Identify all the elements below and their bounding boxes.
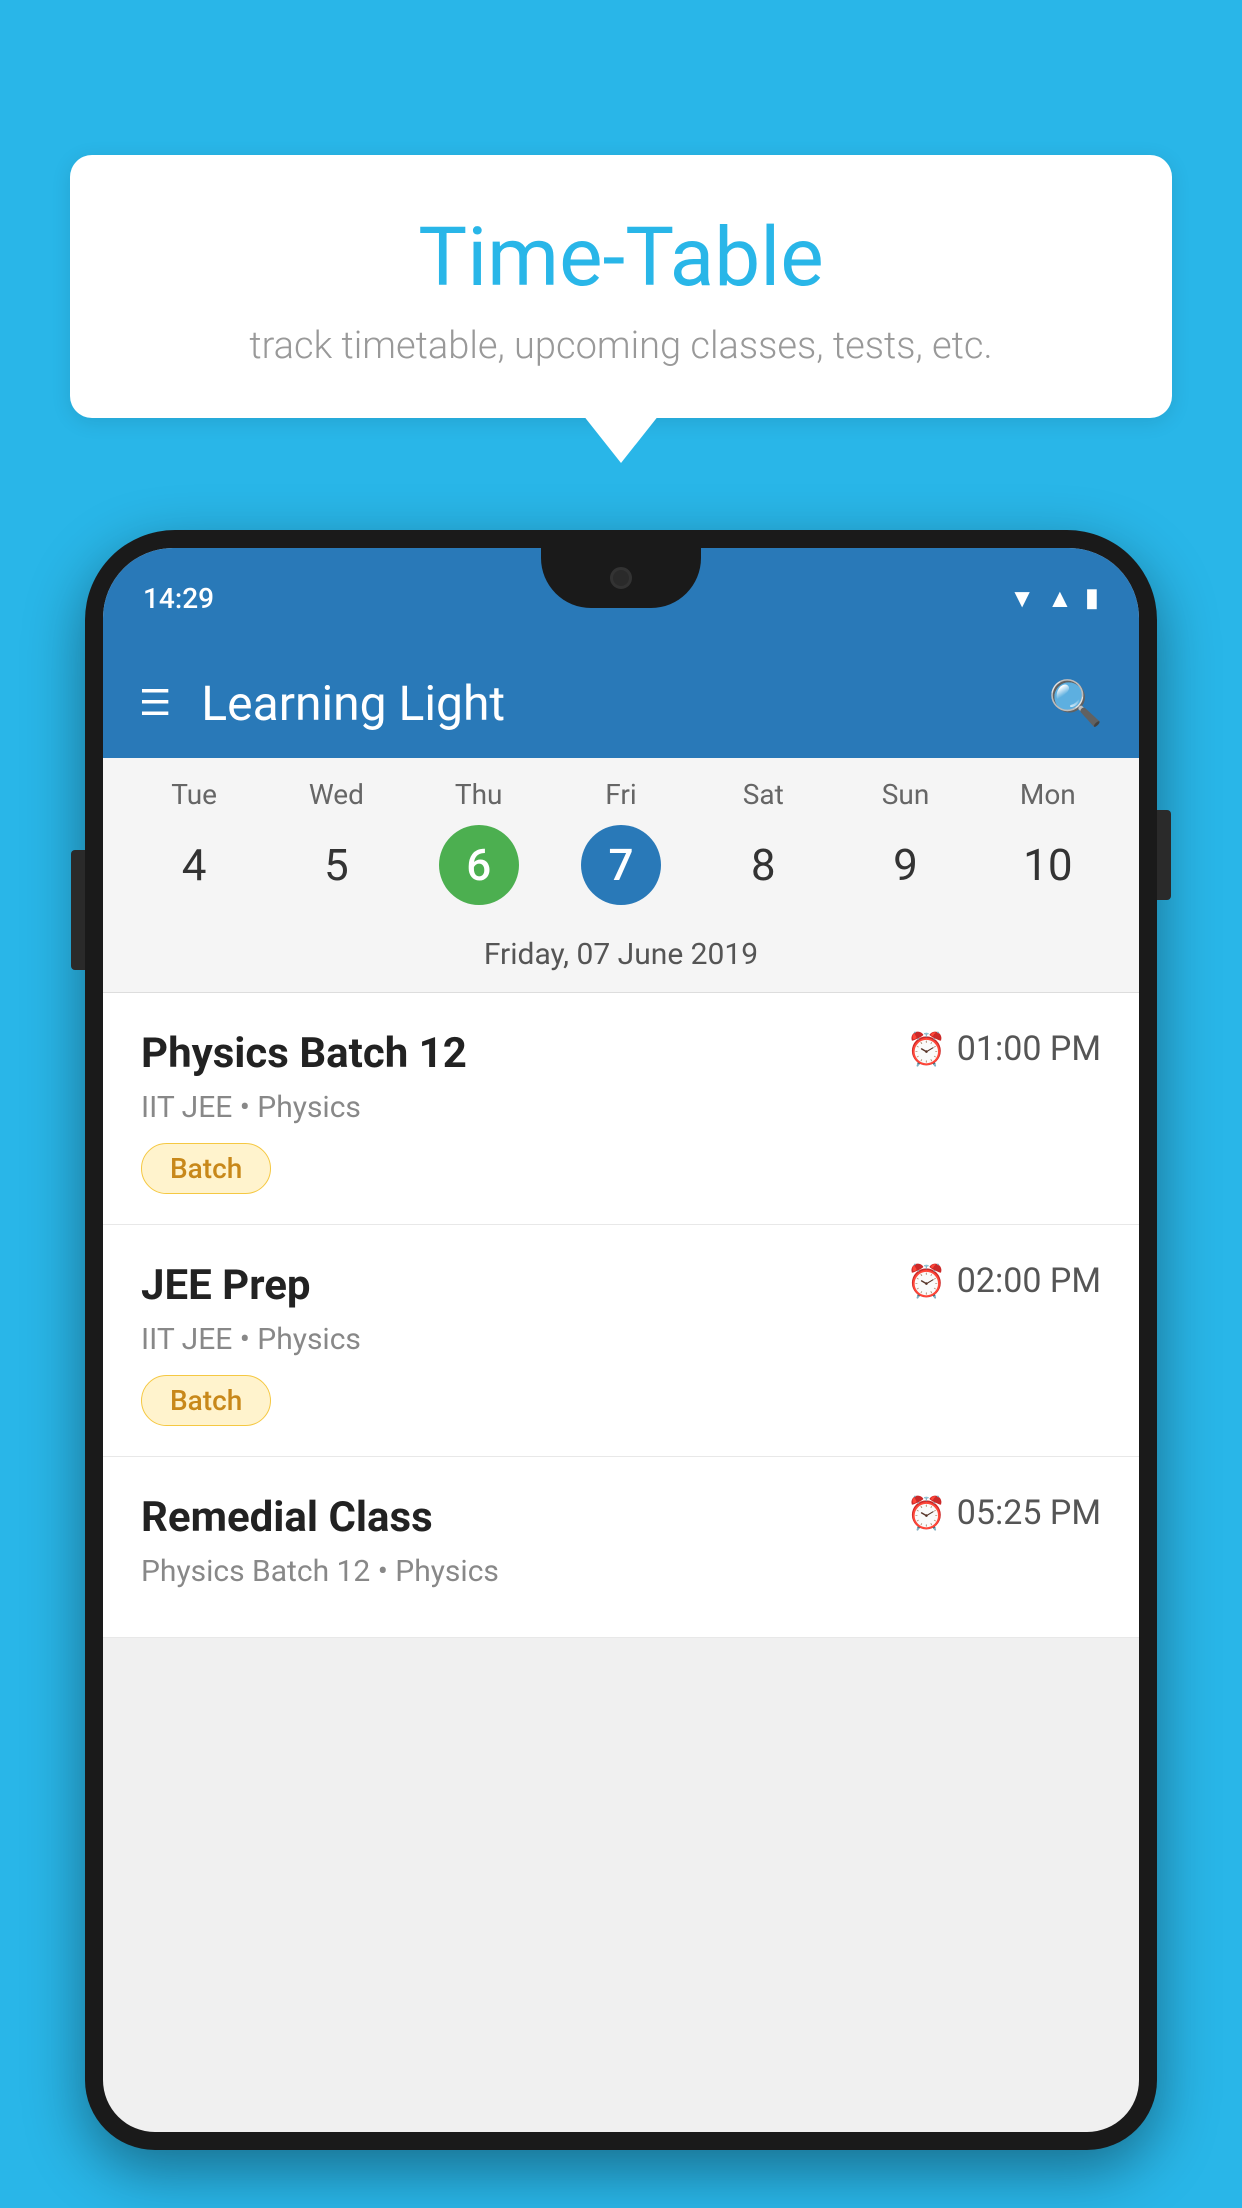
battery-icon: ▮	[1085, 583, 1099, 613]
time-text: 01:00 PM	[957, 1029, 1101, 1069]
clock-icon: ⏰	[907, 1494, 947, 1532]
app-title: Learning Light	[201, 675, 1048, 732]
schedule-time: ⏰ 01:00 PM	[907, 1029, 1101, 1069]
search-icon[interactable]: 🔍	[1048, 677, 1103, 729]
schedule-time: ⏰ 02:00 PM	[907, 1261, 1101, 1301]
app-header: ☰ Learning Light 🔍	[103, 648, 1139, 758]
status-time: 14:29	[143, 582, 214, 615]
camera-dot	[610, 567, 632, 589]
schedule-item-header: Physics Batch 12 ⏰ 01:00 PM	[141, 1029, 1101, 1078]
day-name: Thu	[455, 778, 503, 811]
phone-device: 14:29 ▼ ▲ ▮ ☰ Learning Light 🔍	[85, 530, 1157, 2208]
day-col[interactable]: Fri 7	[556, 778, 686, 905]
status-bar: 14:29 ▼ ▲ ▮	[103, 548, 1139, 648]
speech-bubble-container: Time-Table track timetable, upcoming cla…	[70, 155, 1172, 418]
schedule-title: Remedial Class	[141, 1493, 433, 1542]
day-col[interactable]: Sat 8	[698, 778, 828, 905]
schedule-item[interactable]: Remedial Class ⏰ 05:25 PM Physics Batch 12 …	[103, 1457, 1139, 1638]
days-row: Tue 4 Wed 5 Thu 6 Fri 7 Sat 8 Sun 9 Mon 10	[103, 778, 1139, 905]
schedule-sub: IIT JEE • Physics	[141, 1322, 1101, 1357]
day-name: Wed	[309, 778, 364, 811]
day-col[interactable]: Wed 5	[271, 778, 401, 905]
clock-icon: ⏰	[907, 1030, 947, 1068]
selected-date-label: Friday, 07 June 2019	[103, 921, 1139, 993]
signal-icon: ▲	[1047, 583, 1073, 614]
status-icons: ▼ ▲ ▮	[1009, 583, 1099, 614]
menu-icon[interactable]: ☰	[139, 682, 171, 724]
schedule-time: ⏰ 05:25 PM	[907, 1493, 1101, 1533]
day-col[interactable]: Sun 9	[841, 778, 971, 905]
day-number[interactable]: 4	[154, 825, 234, 905]
schedule-item-header: JEE Prep ⏰ 02:00 PM	[141, 1261, 1101, 1310]
day-name: Mon	[1020, 778, 1076, 811]
day-number[interactable]: 8	[723, 825, 803, 905]
feature-title: Time-Table	[130, 210, 1112, 306]
schedule-list: Physics Batch 12 ⏰ 01:00 PM IIT JEE • Physi…	[103, 993, 1139, 1638]
day-col[interactable]: Thu 6	[414, 778, 544, 905]
batch-tag: Batch	[141, 1375, 271, 1426]
speech-bubble: Time-Table track timetable, upcoming cla…	[70, 155, 1172, 418]
schedule-sub: Physics Batch 12 • Physics	[141, 1554, 1101, 1589]
phone-screen: 14:29 ▼ ▲ ▮ ☰ Learning Light 🔍	[103, 548, 1139, 2132]
schedule-title: JEE Prep	[141, 1261, 311, 1310]
day-name: Sun	[882, 778, 930, 811]
schedule-title: Physics Batch 12	[141, 1029, 467, 1078]
schedule-sub: IIT JEE • Physics	[141, 1090, 1101, 1125]
day-number[interactable]: 5	[296, 825, 376, 905]
wifi-icon: ▼	[1009, 583, 1035, 614]
day-number[interactable]: 6	[439, 825, 519, 905]
day-number[interactable]: 7	[581, 825, 661, 905]
day-col[interactable]: Mon 10	[983, 778, 1113, 905]
phone-notch	[541, 548, 701, 608]
day-name: Fri	[605, 778, 636, 811]
day-col[interactable]: Tue 4	[129, 778, 259, 905]
batch-tag: Batch	[141, 1143, 271, 1194]
clock-icon: ⏰	[907, 1262, 947, 1300]
phone-outer: 14:29 ▼ ▲ ▮ ☰ Learning Light 🔍	[85, 530, 1157, 2150]
schedule-item-header: Remedial Class ⏰ 05:25 PM	[141, 1493, 1101, 1542]
day-name: Sat	[743, 778, 784, 811]
time-text: 05:25 PM	[957, 1493, 1101, 1533]
schedule-item[interactable]: JEE Prep ⏰ 02:00 PM IIT JEE • Physics Batch	[103, 1225, 1139, 1457]
calendar-strip: Tue 4 Wed 5 Thu 6 Fri 7 Sat 8 Sun 9 Mon 10 Friday, 07…	[103, 758, 1139, 993]
schedule-item[interactable]: Physics Batch 12 ⏰ 01:00 PM IIT JEE • Physi…	[103, 993, 1139, 1225]
feature-subtitle: track timetable, upcoming classes, tests…	[130, 324, 1112, 368]
time-text: 02:00 PM	[957, 1261, 1101, 1301]
day-number[interactable]: 9	[866, 825, 946, 905]
day-number[interactable]: 10	[1008, 825, 1088, 905]
day-name: Tue	[171, 778, 217, 811]
